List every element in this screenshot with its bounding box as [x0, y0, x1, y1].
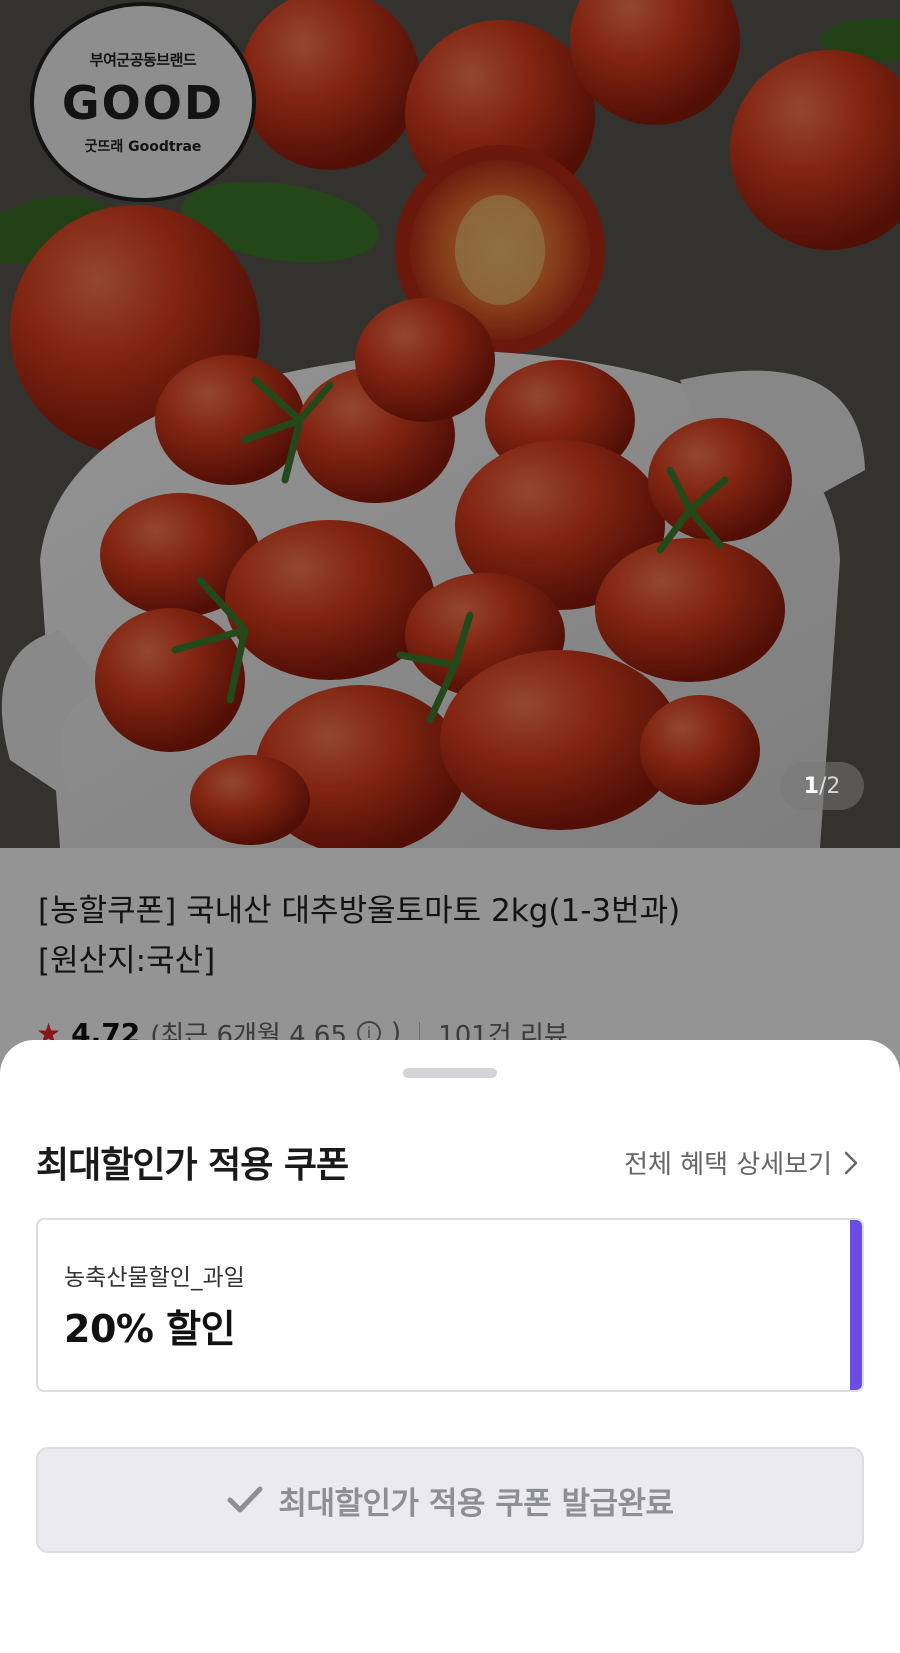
brand-badge: 부여군공동브랜드 GOOD 굿뜨래 Goodtrae: [30, 2, 256, 202]
coupon-card: 농축산물할인_과일 20% 할인: [36, 1218, 864, 1392]
coupon-accent-bar: [850, 1220, 862, 1390]
image-counter-total: 2: [826, 773, 841, 799]
sheet-title: 최대할인가 적용 쿠폰: [36, 1145, 349, 1186]
benefit-details-label: 전체 혜택 상세보기: [624, 1150, 832, 1180]
coupon-issued-label: 최대할인가 적용 쿠폰 발급완료: [278, 1485, 674, 1522]
product-image-carousel[interactable]: 부여군공동브랜드 GOOD 굿뜨래 Goodtrae 1 / 2: [0, 0, 900, 848]
chevron-right-icon: [844, 1151, 858, 1174]
image-counter-separator: /: [818, 773, 827, 799]
image-counter: 1 / 2: [780, 762, 864, 810]
image-counter-current: 1: [803, 773, 819, 799]
coupon-issued-button[interactable]: 최대할인가 적용 쿠폰 발급완료: [36, 1447, 864, 1553]
sheet-drag-handle[interactable]: [403, 1068, 497, 1078]
brand-logo: GOOD: [61, 75, 225, 130]
coupon-bottom-sheet: 최대할인가 적용 쿠폰 전체 혜택 상세보기 농축산물할인_과일 20% 할인 …: [0, 1040, 900, 1653]
check-icon: [227, 1486, 263, 1513]
brand-badge-top-text: 부여군공동브랜드: [89, 50, 197, 69]
coupon-discount: 20% 할인: [64, 1307, 236, 1351]
coupon-name: 농축산물할인_과일: [64, 1265, 245, 1291]
benefit-details-link[interactable]: 전체 혜택 상세보기: [624, 1144, 860, 1181]
brand-badge-bottom-text: 굿뜨래 Goodtrae: [84, 138, 202, 155]
